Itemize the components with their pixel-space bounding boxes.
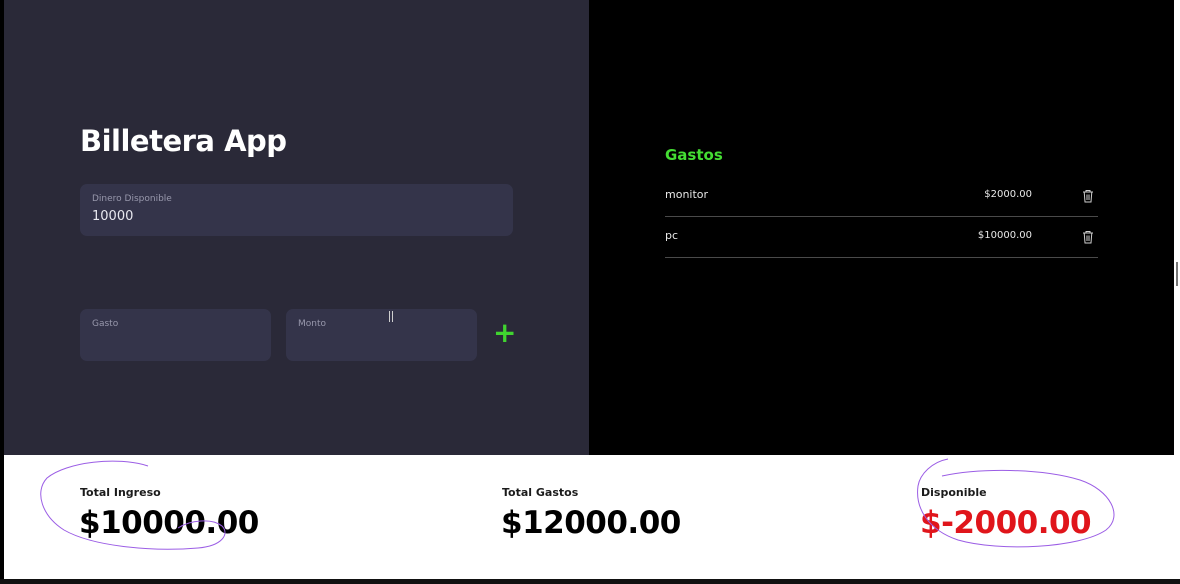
list-item: pc $10000.00 bbox=[665, 217, 1098, 258]
summary-bar: Total Ingreso $10000.00 Total Gastos $12… bbox=[4, 455, 1174, 579]
total-ingreso-value: $10000.00 bbox=[79, 505, 259, 541]
text-cursor-icon bbox=[389, 311, 393, 322]
gastos-list: monitor $2000.00 pc $10000.00 bbox=[665, 176, 1098, 258]
dinero-disponible-input[interactable] bbox=[92, 209, 439, 224]
total-gastos-label: Total Gastos bbox=[502, 486, 579, 499]
plus-icon: + bbox=[493, 316, 517, 349]
resize-handle[interactable] bbox=[1176, 262, 1178, 286]
gastos-title: Gastos bbox=[665, 146, 723, 164]
dinero-disponible-label: Dinero Disponible bbox=[92, 194, 172, 204]
gasto-field[interactable]: Gasto bbox=[80, 309, 271, 361]
list-item: monitor $2000.00 bbox=[665, 176, 1098, 217]
app-title: Billetera App bbox=[80, 124, 287, 158]
monto-field[interactable]: Monto bbox=[286, 309, 477, 361]
window-right-edge bbox=[1174, 0, 1180, 584]
trash-icon[interactable] bbox=[1082, 230, 1094, 244]
total-ingreso-label: Total Ingreso bbox=[80, 486, 161, 499]
gasto-input[interactable] bbox=[92, 334, 245, 349]
gasto-name: monitor bbox=[665, 188, 709, 201]
monto-label: Monto bbox=[298, 319, 327, 329]
gastos-panel: Gastos monitor $2000.00 pc $10000.00 bbox=[589, 0, 1174, 455]
add-gasto-button[interactable]: + bbox=[493, 316, 517, 349]
dinero-disponible-field[interactable]: Dinero Disponible bbox=[80, 184, 513, 236]
trash-icon[interactable] bbox=[1082, 189, 1094, 203]
disponible-label: Disponible bbox=[921, 486, 987, 499]
form-panel: Billetera App Dinero Disponible Gasto Mo… bbox=[4, 0, 589, 455]
taskbar-strip bbox=[0, 579, 1180, 584]
gasto-amount: $2000.00 bbox=[984, 189, 1032, 200]
monto-input[interactable] bbox=[298, 334, 451, 349]
total-gastos-value: $12000.00 bbox=[501, 505, 681, 541]
disponible-value: $-2000.00 bbox=[920, 505, 1092, 541]
gasto-label: Gasto bbox=[92, 319, 119, 329]
gasto-amount: $10000.00 bbox=[977, 230, 1032, 241]
gasto-name: pc bbox=[665, 229, 679, 242]
